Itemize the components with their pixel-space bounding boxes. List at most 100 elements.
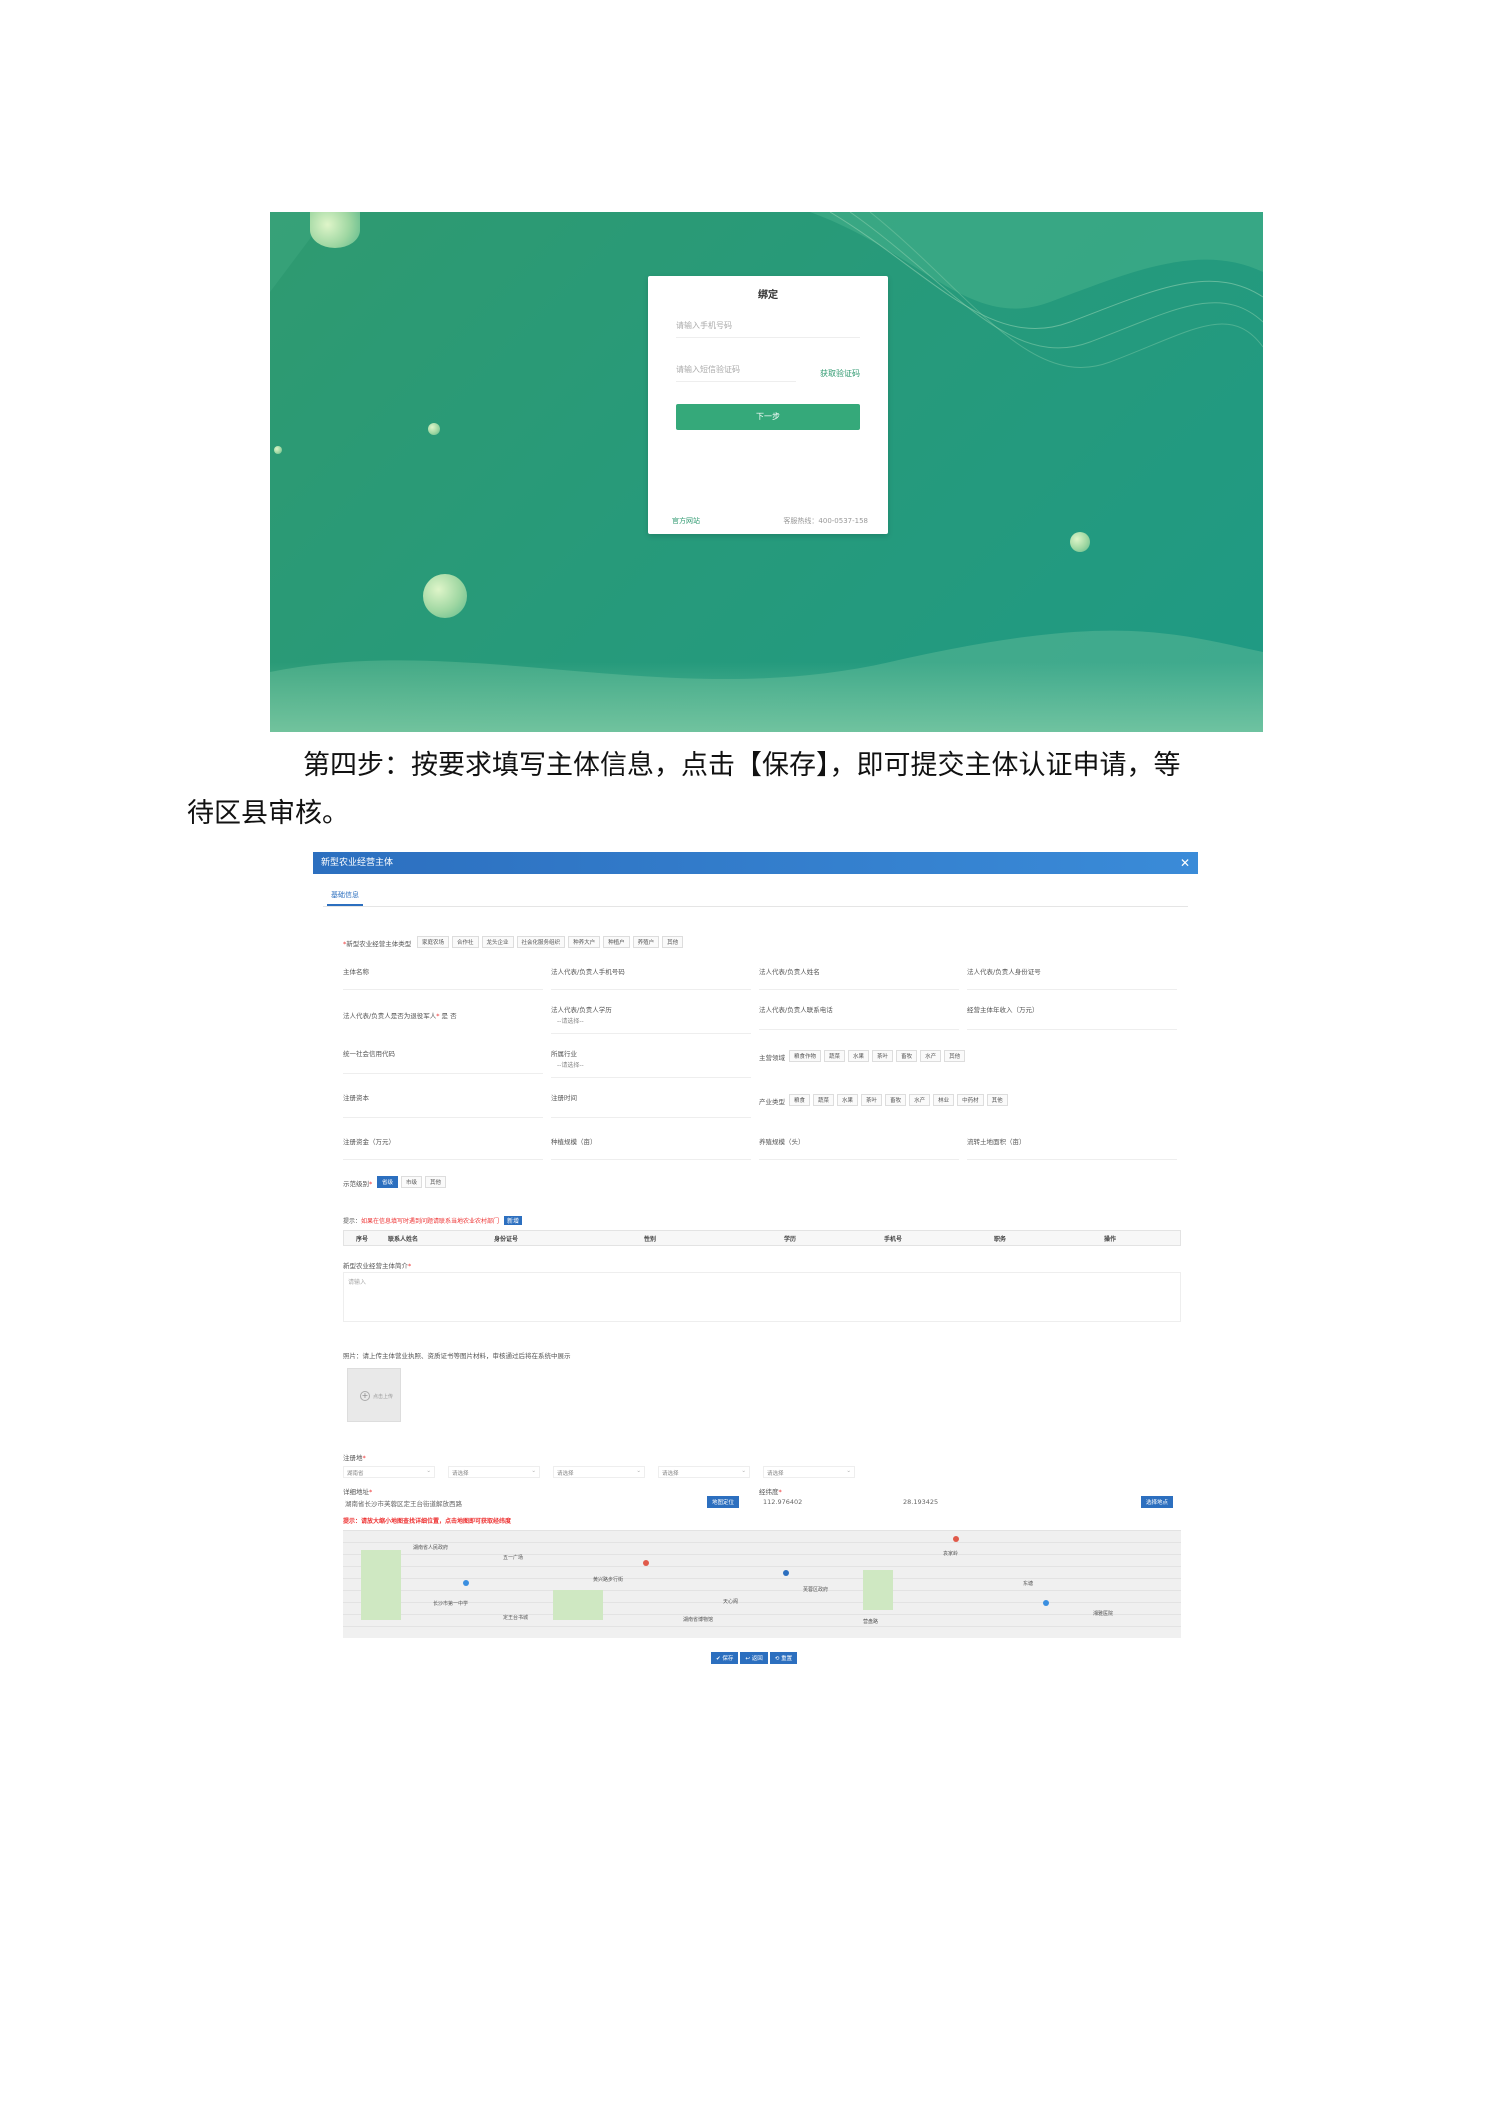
map-label: 湖南省人民政府 <box>413 1545 449 1551</box>
bottom-band <box>270 662 1263 732</box>
reg-date-input[interactable] <box>551 1106 751 1118</box>
next-button[interactable]: 下一步 <box>676 404 860 430</box>
map-label: 东塘 <box>1023 1581 1034 1587</box>
field-label: 产业类型 <box>759 1098 785 1106</box>
chip-industry-type[interactable]: 其他 <box>986 1094 1008 1106</box>
chip-main-field[interactable]: 其他 <box>944 1050 966 1062</box>
field-label: 注册资本 <box>343 1094 369 1102</box>
chip-main-field[interactable]: 畜牧 <box>896 1050 918 1062</box>
field-label: 流转土地面积（亩） <box>967 1138 1026 1146</box>
chip-level[interactable]: 省级 <box>377 1176 399 1188</box>
pick-location-button[interactable]: 选择地点 <box>1141 1496 1174 1508</box>
village-select[interactable]: 请选择 ⌄ <box>763 1466 855 1478</box>
legal-name-input[interactable] <box>759 978 959 990</box>
login-screenshot: 绑定 请输入手机号码 请输入短信验证码 获取验证码 下一步 官方网站 客服热线：… <box>270 212 1263 732</box>
chip-level[interactable]: 市级 <box>401 1176 423 1188</box>
chip-industry-type[interactable]: 水果 <box>837 1094 859 1106</box>
close-icon[interactable]: ✕ <box>1180 852 1190 874</box>
reg-capital-input[interactable] <box>343 1148 543 1160</box>
column-header: 联系人姓名 <box>388 1236 419 1243</box>
income-input[interactable] <box>967 1018 1177 1030</box>
breed-scale-input[interactable] <box>759 1148 959 1160</box>
chip-main-field[interactable]: 蔬菜 <box>824 1050 846 1062</box>
intro-textarea[interactable]: 请输入 <box>343 1272 1181 1322</box>
longitude-value[interactable]: 112.976402 <box>763 1498 802 1506</box>
county-select[interactable]: 请选择 ⌄ <box>553 1466 645 1478</box>
address-selects: 湖南省 ⌄ 请选择 ⌄ 请选择 ⌄ 请选择 ⌄ 请选择 ⌄ <box>343 1466 855 1478</box>
column-header: 操作 <box>1104 1236 1117 1243</box>
notice: 提示：如果在信息填写时遇到问题请联系当地农业农村部门 新增 <box>343 1216 522 1225</box>
column-header: 职务 <box>994 1236 1007 1243</box>
reset-button[interactable]: ⟲ 重置 <box>769 1652 798 1664</box>
chip-main-field[interactable]: 水果 <box>848 1050 870 1062</box>
chip-industry-type[interactable]: 水产 <box>909 1094 931 1106</box>
save-button[interactable]: ✔ 保存 <box>711 1652 739 1664</box>
official-site-link[interactable]: 官方网站 <box>672 516 700 526</box>
field-label: 法人代表/负责人手机号码 <box>551 968 625 976</box>
upload-text: 点击上传 <box>373 1394 394 1400</box>
chip-industry-type[interactable]: 中药材 <box>957 1094 984 1106</box>
chevron-down-icon: ⌄ <box>531 1468 536 1474</box>
instruction-line2: 待区县审核。 <box>187 798 349 829</box>
chip-industry-type[interactable]: 林业 <box>933 1094 955 1106</box>
detail-address-value[interactable]: 湖南省长沙市芙蓉区定王台街道解放西路 <box>345 1498 462 1508</box>
capital-input[interactable] <box>343 1106 543 1118</box>
chip-main-field[interactable]: 粮食作物 <box>789 1050 822 1062</box>
back-button[interactable]: ↩ 返回 <box>740 1652 768 1664</box>
bind-card: 绑定 请输入手机号码 请输入短信验证码 获取验证码 下一步 官方网站 客服热线：… <box>648 276 888 534</box>
card-title: 绑定 <box>758 290 778 301</box>
chip-subject-type[interactable]: 养殖户 <box>632 936 660 948</box>
city-select[interactable]: 请选择 ⌄ <box>448 1466 540 1478</box>
map[interactable]: 湖南省人民政府 五一广场 黄兴路步行街 长沙市第一中学 定王台书城 袁家岭 芙蓉… <box>343 1530 1181 1638</box>
poi-icon <box>463 1580 469 1586</box>
get-code-button[interactable]: 获取验证码 <box>820 368 860 379</box>
instruction-paragraph: 第四步：按要求填写主体信息，点击【保存】，即可提交主体认证申请，等 待区县审核。 <box>187 742 1245 838</box>
locate-button[interactable]: 地图定位 <box>707 1496 740 1508</box>
chip-subject-type[interactable]: 合作社 <box>452 936 479 948</box>
code-input[interactable]: 请输入短信验证码 <box>676 364 796 382</box>
legal-tel-input[interactable] <box>759 1018 959 1030</box>
latitude-value[interactable]: 28.193425 <box>903 1498 938 1506</box>
add-contact-button[interactable]: 新增 <box>503 1216 522 1225</box>
chip-subject-type[interactable]: 种植户 <box>603 936 630 948</box>
column-header: 学历 <box>784 1236 797 1243</box>
chip-level[interactable]: 其他 <box>425 1176 447 1188</box>
poi-icon <box>1043 1600 1049 1606</box>
province-select[interactable]: 湖南省 ⌄ <box>343 1466 435 1478</box>
map-label: 天心阁 <box>723 1599 739 1605</box>
education-field[interactable] <box>551 1022 751 1034</box>
tab-basic-info[interactable]: 基础信息 <box>327 890 363 906</box>
chip-industry-type[interactable]: 畜牧 <box>885 1094 907 1106</box>
plant-scale-input[interactable] <box>551 1148 751 1160</box>
chip-subject-type[interactable]: 龙头企业 <box>481 936 514 948</box>
chip-industry-type[interactable]: 茶叶 <box>861 1094 883 1106</box>
chip-subject-type[interactable]: 种养大户 <box>568 936 601 948</box>
chip-industry-type[interactable]: 蔬菜 <box>813 1094 835 1106</box>
subject-type-label: *新型农业经营主体类型 <box>343 940 412 948</box>
land-area-input[interactable] <box>967 1148 1177 1160</box>
dialog-title: 新型农业经营主体 <box>321 858 394 868</box>
chip-main-field[interactable]: 水产 <box>920 1050 942 1062</box>
legal-phone-input[interactable] <box>551 978 751 990</box>
industry-field[interactable] <box>551 1066 751 1078</box>
chip-main-field[interactable]: 茶叶 <box>872 1050 894 1062</box>
field-label: 主营领域 <box>759 1054 785 1062</box>
chip-subject-type[interactable]: 其他 <box>662 936 684 948</box>
intro-label: 新型农业经营主体简介* <box>343 1262 412 1270</box>
chip-subject-type[interactable]: 家庭农场 <box>417 936 450 948</box>
chip-subject-type[interactable]: 社会化服务组织 <box>516 936 566 948</box>
park-area <box>553 1590 603 1620</box>
upload-label: 照片：请上传主体营业执照、资质证书等图片材料，审核通过后将在系统中展示 <box>343 1352 571 1360</box>
phone-input[interactable]: 请输入手机号码 <box>676 320 860 338</box>
credit-code-input[interactable] <box>343 1062 543 1074</box>
legal-id-input[interactable] <box>967 978 1177 990</box>
column-header: 性别 <box>644 1236 657 1243</box>
subject-name-input[interactable] <box>343 978 543 990</box>
town-select[interactable]: 请选择 ⌄ <box>658 1466 750 1478</box>
chip-industry-type[interactable]: 粮食 <box>789 1094 811 1106</box>
form-actions: ✔ 保存 ↩ 返回 ⟲ 重置 <box>711 1652 798 1664</box>
hotline-text: 客服热线：400-0537-158 <box>783 517 868 525</box>
subject-type-chips: 家庭农场 合作社 龙头企业 社会化服务组织 种养大户 种植户 养殖户 其他 <box>417 936 684 948</box>
upload-box[interactable]: + 点击上传 <box>347 1368 401 1422</box>
bubble-decoration <box>274 446 282 454</box>
